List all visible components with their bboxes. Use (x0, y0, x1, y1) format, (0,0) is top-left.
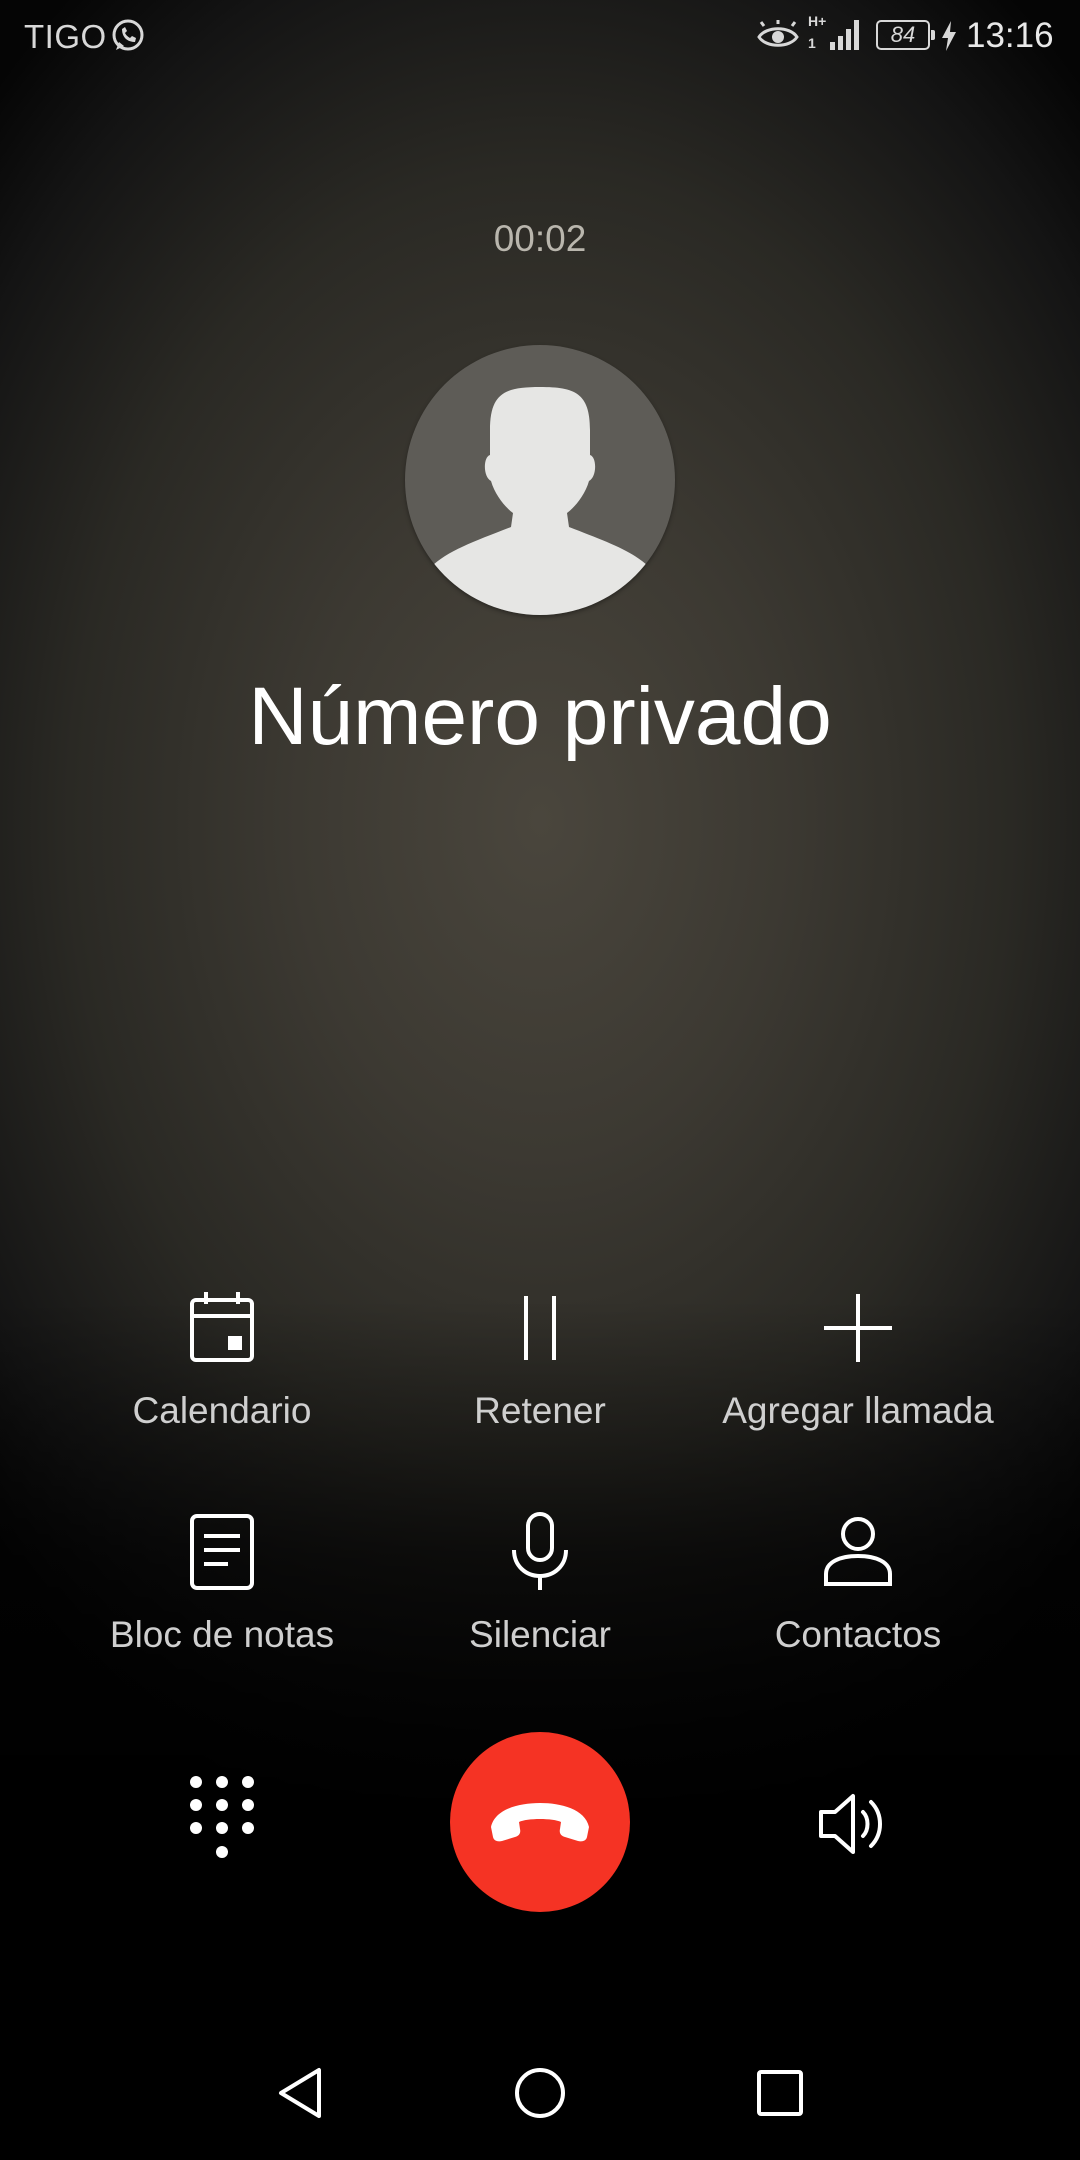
notepad-icon (190, 1514, 254, 1590)
calendar-icon (190, 1292, 254, 1362)
hold-label: Retener (474, 1390, 606, 1431)
whatsapp-icon (112, 19, 144, 51)
dialpad-button[interactable] (182, 1770, 262, 1870)
home-button[interactable] (505, 2058, 575, 2128)
end-call-button[interactable] (450, 1732, 630, 1912)
back-icon (279, 2068, 321, 2118)
signal-icon (830, 20, 859, 50)
add-call-button[interactable]: Agregar llamada (698, 1288, 1018, 1432)
notepad-button[interactable]: Bloc de notas (62, 1512, 382, 1656)
carrier-name: TIGO (24, 18, 107, 55)
notepad-label: Bloc de notas (109, 1614, 335, 1655)
home-icon (515, 2068, 565, 2118)
network-type: H+ 1 (808, 13, 827, 51)
contacts-button[interactable]: Contactos (698, 1512, 1018, 1656)
hold-button[interactable]: Retener (380, 1288, 700, 1432)
battery-icon: 84 (876, 20, 935, 50)
charging-icon (942, 21, 956, 51)
contact-icon (824, 1517, 892, 1586)
back-button[interactable] (265, 2058, 335, 2128)
status-bar: TIGO H+ 1 84 13:16 (0, 0, 1080, 72)
recents-icon (757, 2070, 803, 2116)
eye-comfort-icon (757, 20, 799, 47)
contacts-label: Contactos (774, 1614, 942, 1655)
calendar-button[interactable]: Calendario (62, 1288, 382, 1432)
speaker-button[interactable] (815, 1782, 899, 1866)
call-timer: 00:02 (493, 218, 587, 259)
caller-name: Número privado (248, 671, 832, 762)
recents-button[interactable] (745, 2058, 815, 2128)
add-call-label: Agregar llamada (722, 1390, 994, 1431)
dialpad-icon (190, 1776, 254, 1858)
clock: 13:16 (966, 16, 1054, 55)
mute-label: Silenciar (469, 1614, 611, 1655)
mute-button[interactable]: Silenciar (380, 1512, 700, 1656)
calendar-label: Calendario (132, 1390, 312, 1431)
speaker-icon (819, 1794, 882, 1854)
navigation-bar (0, 2040, 1080, 2160)
plus-icon (824, 1294, 892, 1362)
default-avatar-icon (431, 387, 649, 615)
end-call-icon (491, 1803, 589, 1842)
microphone-icon (512, 1512, 568, 1590)
caller-avatar (405, 345, 675, 615)
pause-icon (524, 1296, 556, 1360)
